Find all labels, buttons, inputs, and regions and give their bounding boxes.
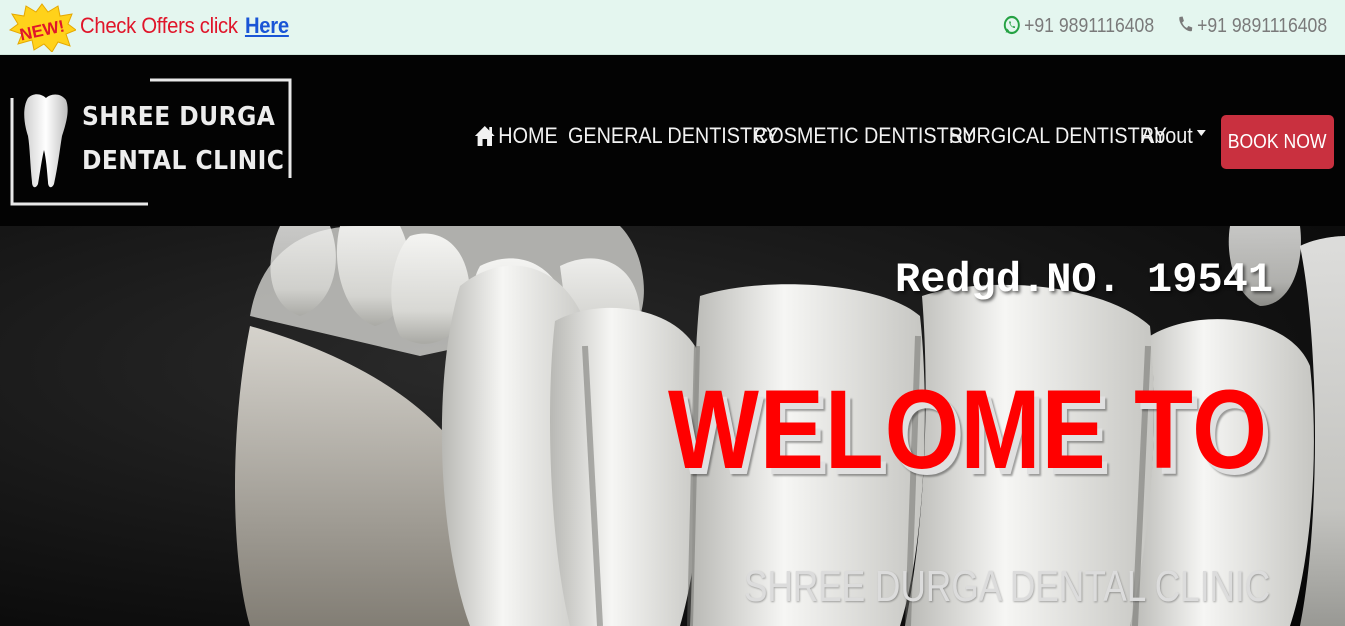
book-now-button[interactable]: BOOK NOW — [1221, 115, 1334, 169]
home-icon — [474, 126, 495, 146]
hero-banner: Redgd.NO. 19541 WELOME TO SHREE DURGA DE… — [0, 226, 1345, 626]
nav-home-label: HOME — [498, 123, 558, 148]
phone-contact[interactable]: +91 9891116408 — [1176, 15, 1327, 38]
nav-surgical-dentistry[interactable]: SURGICAL DENTISTRY — [949, 123, 1167, 149]
nav-general-dentistry[interactable]: GENERAL DENTISTRY — [568, 123, 779, 149]
new-starburst-icon: NEW! — [8, 3, 76, 52]
logo-line-2: DENTAL CLINIC — [82, 146, 285, 176]
nav-about-label: About — [1141, 123, 1193, 148]
whatsapp-contact[interactable]: +91 9891116408 — [1003, 15, 1154, 38]
main-navbar: SHREE DURGA DENTAL CLINIC HOME GENERAL D… — [0, 55, 1345, 226]
offer-label: Check Offers click — [80, 13, 238, 38]
nav-about-dropdown[interactable]: About — [1141, 123, 1206, 149]
phone-number: +91 9891116408 — [1197, 15, 1328, 37]
whatsapp-number: +91 9891116408 — [1024, 15, 1155, 37]
nav-cosmetic-dentistry[interactable]: COSMETIC DENTISTRY — [754, 123, 976, 149]
tooth-icon — [24, 94, 68, 188]
caret-down-icon — [1196, 130, 1206, 136]
whatsapp-icon — [1003, 15, 1020, 35]
offer-here-link[interactable]: Here — [245, 13, 289, 38]
hero-welcome-heading: WELOME TO — [668, 367, 1268, 492]
phone-icon — [1179, 16, 1193, 32]
book-now-label: BOOK NOW — [1228, 130, 1327, 153]
hero-clinic-name: SHREE DURGA DENTAL CLINIC — [744, 562, 1271, 611]
logo-line-1: SHREE DURGA — [82, 102, 276, 132]
nav-home[interactable]: HOME — [474, 123, 558, 149]
registration-number: Redgd.NO. 19541 — [895, 256, 1274, 304]
top-offer-bar: NEW! Check Offers click Here +91 9891116… — [0, 0, 1345, 55]
offer-text: Check Offers click Here — [80, 13, 289, 39]
clinic-logo[interactable]: SHREE DURGA DENTAL CLINIC — [10, 78, 292, 206]
